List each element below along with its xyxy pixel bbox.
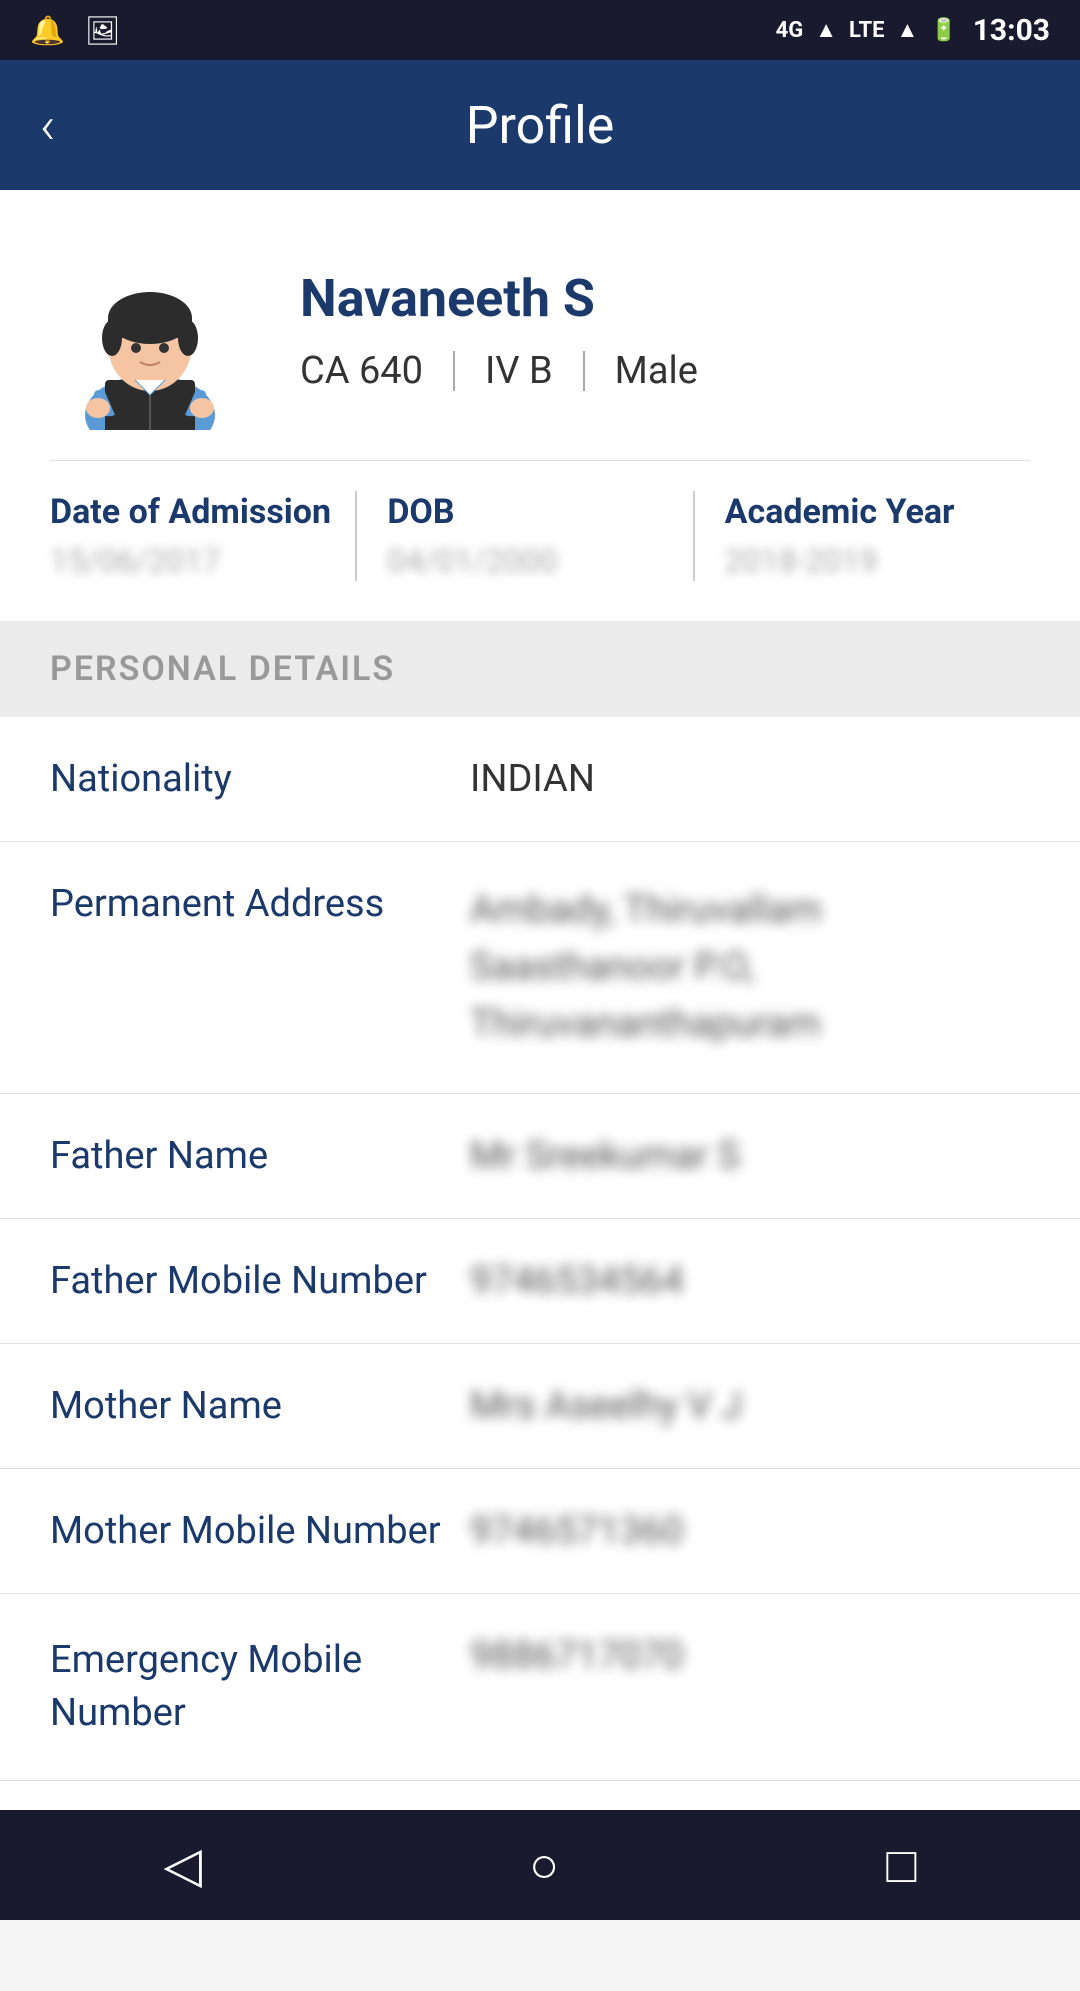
gallery-icon: 🖼 — [85, 14, 121, 47]
signal-icons: 4G ▲ LTE ▲ 🔋 — [776, 17, 958, 43]
nav-home-button[interactable]: ○ — [529, 1836, 559, 1895]
signal-bar: ▲ — [815, 17, 837, 43]
status-bar: 🔔 🖼 4G ▲ LTE ▲ 🔋 13:03 — [0, 0, 1080, 60]
permanent-address-label: Permanent Address — [50, 882, 470, 926]
status-left-icons: 🔔 🖼 — [30, 14, 120, 47]
admission-value: 15/06/2017 — [50, 542, 220, 580]
mother-mobile-row: Mother Mobile Number 9746571360 — [0, 1469, 1080, 1594]
mother-mobile-value: 9746571360 — [470, 1509, 1030, 1553]
app-bar: ‹ Profile — [0, 60, 1080, 190]
emergency-mobile-row: Emergency Mobile Number 9886717070 — [0, 1594, 1080, 1781]
father-mobile-value: 9746534564 — [470, 1259, 1030, 1303]
gender: Male — [615, 349, 698, 393]
nav-back-button[interactable]: ◁ — [164, 1836, 202, 1895]
mother-mobile-label: Mother Mobile Number — [50, 1509, 470, 1553]
student-meta: CA 640 IV B Male — [300, 349, 698, 393]
permanent-address-row: Permanent Address Ambady, Thiruvallam Sa… — [0, 842, 1080, 1094]
time-display: 13:03 — [973, 13, 1050, 48]
dob-label: DOB — [387, 492, 454, 532]
page-title: Profile — [466, 95, 615, 156]
mother-name-value: Mrs Aseelhy V J — [470, 1384, 1030, 1428]
mother-name-row: Mother Name Mrs Aseelhy V J — [0, 1344, 1080, 1469]
nationality-value: INDIAN — [470, 757, 1030, 801]
personal-details-section-header: PERSONAL DETAILS — [0, 621, 1080, 717]
student-name: Navaneeth S — [300, 268, 698, 329]
lte-bar: ▲ — [897, 17, 919, 43]
notification-icon: 🔔 — [30, 14, 65, 47]
back-button[interactable]: ‹ — [40, 95, 56, 156]
section: IV B — [485, 349, 553, 393]
lte-label: LTE — [849, 18, 884, 43]
stat-academic-year: Academic Year 2018-2019 — [695, 492, 1030, 580]
status-right: 4G ▲ LTE ▲ 🔋 13:03 — [776, 13, 1050, 48]
academic-year-value: 2018-2019 — [725, 542, 878, 580]
avatar — [50, 230, 250, 430]
section-header-text: PERSONAL DETAILS — [50, 649, 395, 689]
stat-dob: DOB 04/01/2000 — [357, 492, 692, 580]
father-name-value: Mr Sreekumar S — [470, 1134, 1030, 1178]
emergency-mobile-value: 9886717070 — [470, 1634, 1030, 1678]
details-container: Nationality INDIAN Permanent Address Amb… — [0, 717, 1080, 1881]
mother-name-label: Mother Name — [50, 1384, 470, 1428]
permanent-address-value: Ambady, Thiruvallam Saasthanoor P.O, Thi… — [470, 882, 1030, 1053]
father-name-label: Father Name — [50, 1134, 470, 1178]
academic-year-label: Academic Year — [725, 492, 955, 532]
stat-admission: Date of Admission 15/06/2017 — [50, 492, 355, 580]
roll-number: CA 640 — [300, 349, 423, 393]
father-mobile-label: Father Mobile Number — [50, 1259, 470, 1303]
bottom-nav: ◁ ○ □ — [0, 1810, 1080, 1920]
battery-icon: 🔋 — [930, 18, 957, 43]
profile-top: Navaneeth S CA 640 IV B Male — [50, 230, 1030, 430]
meta-divider-1 — [453, 351, 455, 391]
admission-label: Date of Admission — [50, 492, 331, 532]
meta-divider-2 — [583, 351, 585, 391]
dob-value: 04/01/2000 — [387, 542, 557, 580]
signal-4g: 4G — [776, 18, 804, 43]
profile-info: Navaneeth S CA 640 IV B Male — [300, 268, 698, 393]
stats-row: Date of Admission 15/06/2017 DOB 04/01/2… — [50, 460, 1030, 581]
nationality-row: Nationality INDIAN — [0, 717, 1080, 842]
emergency-mobile-label: Emergency Mobile Number — [50, 1634, 470, 1740]
nav-recent-button[interactable]: □ — [886, 1836, 916, 1895]
profile-header: Navaneeth S CA 640 IV B Male Date of Adm… — [0, 190, 1080, 621]
father-mobile-row: Father Mobile Number 9746534564 — [0, 1219, 1080, 1344]
nationality-label: Nationality — [50, 757, 470, 801]
father-name-row: Father Name Mr Sreekumar S — [0, 1094, 1080, 1219]
